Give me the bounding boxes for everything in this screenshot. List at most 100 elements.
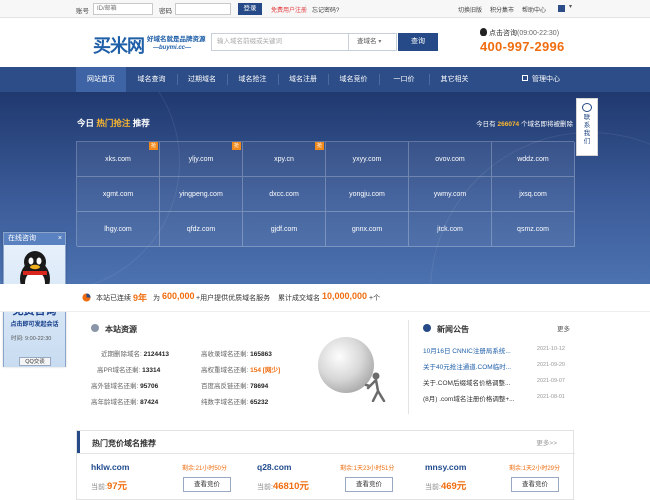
consult-hours: (09:00-22:30) <box>517 30 560 37</box>
chart-icon <box>82 293 91 302</box>
qq-penguin-icon <box>480 28 487 36</box>
login-button[interactable]: 登录 <box>238 3 262 15</box>
resource-label: 高外链域名还剩: <box>91 383 139 390</box>
auction-domain[interactable]: q28.com <box>257 462 292 472</box>
password-input[interactable] <box>175 3 231 15</box>
nav-domain-search[interactable]: 域名查询 <box>126 67 177 92</box>
resource-stat[interactable]: 百度高反链还剩: 78694 <box>201 380 268 390</box>
hot-domain-cell[interactable]: qsmz.com <box>492 212 575 247</box>
qq-chat-button[interactable]: QQ交谈 <box>19 357 51 366</box>
hot-domain-cell[interactable]: xks.com 抢 <box>77 142 160 177</box>
points-market-link[interactable]: 积分集市 <box>490 5 514 14</box>
hero-title-prefix: 今日 <box>77 118 95 128</box>
resource-value: 65232 <box>250 399 269 406</box>
hero-title: 今日 热门抢注 推荐 <box>77 117 150 129</box>
chevron-down-icon[interactable]: ▾ <box>569 3 572 10</box>
hot-domain-cell[interactable]: yongju.com <box>326 177 409 212</box>
stats-text: +用户提供优质域名服务 <box>196 295 271 302</box>
resource-stat[interactable]: 高PR域名还剩: 13314 <box>97 364 160 374</box>
resource-stat[interactable]: 高年龄域名还剩: 87424 <box>91 396 158 406</box>
chevron-down-icon: ▾ <box>378 39 382 45</box>
resource-stat[interactable]: 高收录域名还剩: 165863 <box>201 348 272 358</box>
hot-domain-cell[interactable]: gnnx.com <box>326 212 409 247</box>
hot-domain-cell[interactable]: ywmy.com <box>409 177 492 212</box>
nav-admin-center[interactable]: 管理中心 <box>508 67 574 92</box>
hot-domain-cell[interactable]: wddz.com <box>492 142 575 177</box>
price-value: 469元 <box>440 481 467 492</box>
resource-value: 87424 <box>140 399 159 406</box>
snatch-tag-badge: 抢 <box>315 142 324 150</box>
nav-others[interactable]: 其它相关 <box>429 67 480 92</box>
auction-domain[interactable]: hklw.com <box>91 462 129 472</box>
auction-more-link[interactable]: 更多>> <box>536 437 557 447</box>
resource-stat[interactable]: 高外链域名还剩: 95706 <box>91 380 158 390</box>
stats-text: 本站已连续 <box>96 295 131 302</box>
nav-fixed-price[interactable]: 一口价 <box>379 67 429 92</box>
hot-domain-cell[interactable]: yingpeng.com <box>160 177 243 212</box>
slogan: 好域名就是品牌资源 <box>147 36 206 43</box>
register-link[interactable]: 免费用户注册 <box>271 5 307 14</box>
hot-domain-cell[interactable]: dxcc.com <box>243 177 326 212</box>
auction-title: 热门竞价域名推荐 <box>92 439 156 448</box>
nav-domain-register[interactable]: 域名注册 <box>278 67 328 92</box>
site-logo[interactable]: 买米网 <box>93 32 145 58</box>
hot-domain-cell[interactable]: jxsq.com <box>492 177 575 212</box>
hot-domain-grid: xks.com 抢 yljy.com 抢 xpy.cn 抢 yxyy.com ovov.com… <box>76 141 575 247</box>
hot-domain-cell[interactable]: xgmt.com <box>77 177 160 212</box>
hot-domain-cell[interactable]: lhgy.com <box>77 212 160 247</box>
contact-char: 系 <box>583 122 591 129</box>
nav-home[interactable]: 网站首页 <box>76 67 126 92</box>
hot-domain-cell[interactable]: gjdf.com <box>243 212 326 247</box>
search-button[interactable]: 查询 <box>398 33 438 51</box>
main-nav: 网站首页 域名查询 过期域名 域名抢注 域名注册 域名竞价 一口价 其它相关 管… <box>0 67 650 92</box>
consult-widget-header: 在线咨询 × <box>4 233 65 245</box>
resource-value: 78694 <box>250 383 269 390</box>
stats-text: 累计成交域名 <box>278 295 320 302</box>
contact-char: 们 <box>583 138 591 145</box>
news-more-link[interactable]: 更多 <box>557 323 570 333</box>
hot-domain-cell[interactable]: qfdz.com <box>160 212 243 247</box>
resource-stat[interactable]: 纯数字域名还剩: 65232 <box>201 396 268 406</box>
hotline-phone: 400-997-2996 <box>480 39 565 54</box>
nav-domain-auction[interactable]: 域名竞价 <box>328 67 379 92</box>
help-center-link[interactable]: 帮助中心 <box>522 5 546 14</box>
search-input[interactable]: 输入域名前缀或关键词 <box>211 33 349 51</box>
resource-value: 13314 <box>142 367 161 374</box>
contact-us-float[interactable]: 联 系 我 们 <box>576 98 598 156</box>
consult-link[interactable]: 点击咨询(09:00-22:30) <box>480 28 559 38</box>
view-auction-button[interactable]: 查看竞价 <box>511 477 559 492</box>
flag-icon[interactable] <box>558 5 565 12</box>
account-input[interactable] <box>93 3 153 15</box>
hot-domain-cell[interactable]: jtck.com <box>409 212 492 247</box>
price-prefix: 当前: <box>425 484 441 491</box>
stats-text: 为 <box>153 295 160 302</box>
hot-domain-cell[interactable]: yxyy.com <box>326 142 409 177</box>
close-icon[interactable]: × <box>58 233 62 245</box>
resource-label: 百度高反链还剩: <box>201 383 249 390</box>
hot-domain-name: qfdz.com <box>186 226 216 233</box>
account-label: 账号 <box>76 8 89 15</box>
nav-domain-snatch[interactable]: 域名抢注 <box>227 67 278 92</box>
auction-remaining: 剩余:21小时50分 <box>182 466 228 472</box>
hero-title-highlight: 热门抢注 <box>96 118 131 128</box>
resource-label: 纯数字域名还剩: <box>201 399 249 406</box>
old-version-link[interactable]: 切换旧版 <box>458 5 482 14</box>
hot-domain-cell[interactable]: yljy.com 抢 <box>160 142 243 177</box>
section-accent-bar <box>77 431 80 453</box>
auction-price: 当前:46810元 <box>257 478 309 492</box>
resource-stat[interactable]: 高权重域名还剩: 154 [网少] <box>201 364 280 374</box>
slogan-domain: —buymi.cc— <box>153 45 192 51</box>
forgot-password-link[interactable]: 忘记密码? <box>312 5 339 14</box>
view-auction-button[interactable]: 查看竞价 <box>345 477 393 492</box>
resource-stat[interactable]: 近期删除域名: 2124413 <box>101 348 169 358</box>
hot-domain-cell[interactable]: ovov.com <box>409 142 492 177</box>
resource-label: 近期删除域名: <box>101 351 142 358</box>
nav-expired-domains[interactable]: 过期域名 <box>177 67 227 92</box>
bullet-icon <box>423 324 431 332</box>
auction-domain[interactable]: mnsy.com <box>425 462 466 472</box>
hot-domain-cell[interactable]: xpy.cn 抢 <box>243 142 326 177</box>
search-type-select[interactable]: 查域名 ▾ <box>349 33 397 51</box>
hero-title-suffix: 推荐 <box>132 118 150 128</box>
view-auction-button[interactable]: 查看竞价 <box>183 477 231 492</box>
resource-value: 2124413 <box>143 351 169 358</box>
